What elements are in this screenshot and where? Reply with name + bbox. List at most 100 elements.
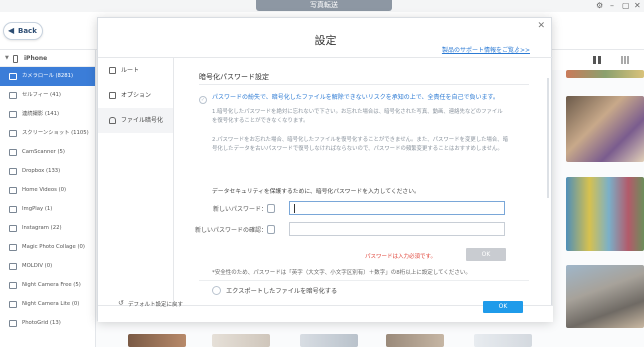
settings-content: 暗号化パスワード設定 ✓ パスワードの紛失で、暗号化したファイルを解除できないリス… <box>175 58 553 305</box>
note-line: 1.暗号化したパスワードを絶対に忘れないで下さい。お忘れた場合は、暗号化された写… <box>212 109 503 115</box>
sidebar-item-label: スクリーンショット (1105) <box>22 130 89 136</box>
settings-icon[interactable]: ⚙ <box>596 1 603 10</box>
password-ok-button[interactable]: OK <box>466 248 506 261</box>
device-name: iPhone <box>24 55 48 62</box>
photo-thumbnail[interactable] <box>300 334 358 347</box>
sidebar-item-camera-roll[interactable]: カメラロール (8281) <box>0 67 95 86</box>
sidebar-item-home-videos[interactable]: Home Videos (0) <box>0 181 95 200</box>
confirm-password-label: 新しいパスワードの確認： <box>194 227 267 234</box>
sidebar-item-instagram[interactable]: Instagram (22) <box>0 219 95 238</box>
album-icon <box>9 244 17 251</box>
risk-acknowledge-checkbox[interactable]: ✓ パスワードの紛失で、暗号化したファイルを解除できないリスクを承知の上で、全責任… <box>199 92 499 104</box>
photo-thumbnail[interactable] <box>566 70 644 78</box>
text-caret <box>294 204 295 213</box>
reset-label: デフォルト設定に戻す <box>128 302 184 308</box>
sidebar-item-label: Night Camera Free (5) <box>22 282 81 288</box>
back-button[interactable]: ◀ Back <box>3 22 43 40</box>
photo-thumbnail[interactable] <box>474 334 532 347</box>
note-line: 号化したデータを古いパスワードで復号しなければならないので、パスワードの頻繁変更… <box>212 146 503 152</box>
tab-label: オプション <box>121 92 152 99</box>
settings-nav: ルート オプション ファイル暗号化 <box>98 58 174 305</box>
sidebar-item-night-camera-free[interactable]: Night Camera Free (5) <box>0 276 95 295</box>
sidebar-item-label: Night Camera Lite (0) <box>22 301 80 307</box>
reset-icon: ↺ <box>118 299 124 307</box>
note-line: を復号化することができなくなります。 <box>212 118 309 124</box>
close-window-icon[interactable]: ✕ <box>634 1 641 10</box>
album-icon <box>9 206 17 213</box>
section-title: 暗号化パスワード設定 <box>199 73 269 81</box>
sidebar-item-label: PhotoGrid (13) <box>22 320 61 326</box>
photo-thumbnail[interactable] <box>566 96 644 162</box>
photo-thumbnail[interactable] <box>212 334 270 347</box>
sidebar-item-label: MOLDIV (0) <box>22 263 53 269</box>
content-scrollbar[interactable] <box>547 78 549 198</box>
grid-view-icon[interactable] <box>593 56 601 64</box>
album-icon <box>9 130 17 137</box>
album-icon <box>9 282 17 289</box>
minimize-icon[interactable]: – <box>610 1 614 10</box>
tab-label: ルート <box>121 67 140 74</box>
album-icon <box>9 73 17 80</box>
expand-triangle-icon[interactable]: ▼ <box>5 50 9 67</box>
tab-route[interactable]: ルート <box>98 58 173 83</box>
export-encrypt-radio[interactable]: エクスポートしたファイルを暗号化する <box>212 286 337 295</box>
iphone-icon <box>13 55 18 63</box>
sidebar-item-selfies[interactable]: セルフィー (41) <box>0 86 95 105</box>
export-encrypt-label: エクスポートしたファイルを暗号化する <box>226 288 338 295</box>
album-sidebar: ▼ iPhone カメラロール (8281) セルフィー (41) 連続撮影 (… <box>0 50 96 347</box>
lock-icon <box>267 204 275 213</box>
sidebar-item-label: Magic Photo Collage (0) <box>22 244 85 250</box>
photo-thumbnail[interactable] <box>128 334 186 347</box>
sidebar-item-burst[interactable]: 連続撮影 (141) <box>0 105 95 124</box>
album-icon <box>9 111 17 118</box>
sidebar-item-magic-photo-collage[interactable]: Magic Photo Collage (0) <box>0 238 95 257</box>
document-icon <box>109 92 116 99</box>
photo-thumbnail[interactable] <box>566 265 644 328</box>
password-prompt: データセキュリティを保護するために、暗号化パスワードを入力してください。 <box>212 189 420 195</box>
sidebar-item-label: Instagram (22) <box>22 225 62 231</box>
sidebar-item-label: CamScanner (5) <box>22 149 65 155</box>
album-icon <box>9 187 17 194</box>
folder-icon <box>109 67 116 74</box>
divider <box>199 84 529 85</box>
sidebar-item-night-camera-lite[interactable]: Night Camera Lite (0) <box>0 295 95 314</box>
reset-defaults-button[interactable]: ↺ デフォルト設定に戻す <box>118 299 184 308</box>
new-password-label: 新しいパスワード： <box>212 206 267 213</box>
sidebar-item-imgplay[interactable]: ImgPlay (1) <box>0 200 95 219</box>
photo-thumbnail[interactable] <box>386 334 444 347</box>
error-message: パスワードは入力必須です。 <box>365 254 436 260</box>
sidebar-item-photogrid[interactable]: PhotoGrid (13) <box>0 314 95 333</box>
sidebar-item-label: セルフィー (41) <box>22 92 61 98</box>
support-info-link[interactable]: 製品のサポート情報をご覧ゟ>> <box>442 45 530 54</box>
sidebar-item-label: カメラロール (8281) <box>22 73 74 79</box>
sidebar-item-camscanner[interactable]: CamScanner (5) <box>0 143 95 162</box>
maximize-icon[interactable]: ▢ <box>622 1 630 10</box>
note-2: 2.パスワードをお忘れた場合、暗号化したファイルを復号化することができません。ま… <box>212 136 522 154</box>
tab-options[interactable]: オプション <box>98 83 173 108</box>
album-icon <box>9 92 17 99</box>
window-title: 写真転送 <box>256 0 392 11</box>
album-icon <box>9 301 17 308</box>
sidebar-item-screenshots[interactable]: スクリーンショット (1105) <box>0 124 95 143</box>
settings-dialog: 設定 ✕ 製品のサポート情報をご覧ゟ>> ルート オプション ファイル暗号化 暗… <box>97 17 553 322</box>
new-password-input[interactable] <box>267 201 505 215</box>
back-label: Back <box>18 27 37 35</box>
sidebar-item-moldiv[interactable]: MOLDIV (0) <box>0 257 95 276</box>
album-icon <box>9 263 17 270</box>
sidebar-item-label: ImgPlay (1) <box>22 206 53 212</box>
sidebar-item-label: 連続撮影 (141) <box>22 111 60 117</box>
tab-file-encryption[interactable]: ファイル暗号化 <box>98 108 173 133</box>
password-hint: *安全性のため、パスワードは「英字（大文字、小文字区別有）＋数字」の8桁以上に設… <box>212 270 471 276</box>
divider <box>199 280 529 281</box>
close-icon[interactable]: ✕ <box>537 21 545 31</box>
list-view-icon[interactable] <box>621 56 629 64</box>
checkmark-icon: ✓ <box>199 96 207 104</box>
device-header[interactable]: ▼ iPhone <box>0 50 95 67</box>
lock-icon <box>267 225 275 234</box>
sidebar-item-dropbox[interactable]: Dropbox (133) <box>0 162 95 181</box>
ok-button[interactable]: OK <box>483 301 523 313</box>
sidebar-item-label: Dropbox (133) <box>22 168 61 174</box>
photo-thumbnail[interactable] <box>566 177 644 251</box>
confirm-password-input[interactable] <box>267 222 505 236</box>
tab-label: ファイル暗号化 <box>121 117 164 124</box>
